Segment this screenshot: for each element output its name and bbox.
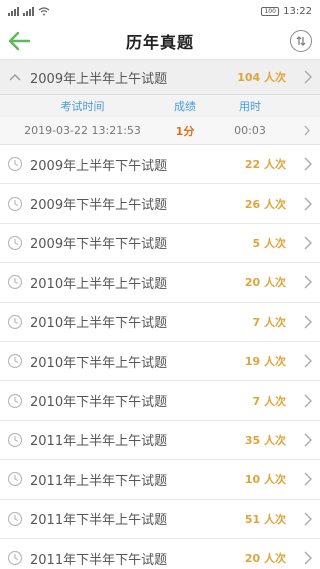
chevron-right-icon[interactable] bbox=[296, 393, 320, 409]
exam-count: 19 人次 bbox=[244, 355, 286, 369]
clock-icon bbox=[0, 235, 30, 251]
chevron-right-icon[interactable] bbox=[296, 353, 320, 369]
list-item[interactable]: 2009年下半年下午试题 5 人次 bbox=[0, 223, 320, 264]
chevron-right-icon[interactable] bbox=[296, 196, 320, 212]
chevron-right-icon[interactable] bbox=[296, 511, 320, 527]
back-arrow-icon[interactable] bbox=[6, 29, 32, 53]
nav-bar: 历年真题 bbox=[0, 22, 320, 60]
sort-button[interactable] bbox=[290, 30, 312, 52]
list-item[interactable]: 2010年下半年下午试题 7 人次 bbox=[0, 381, 320, 421]
exam-count: 10 人次 bbox=[244, 473, 286, 487]
exam-name: 2011年下半年上午试题 bbox=[30, 513, 168, 529]
list-item[interactable]: 2010年下半年上午试题 19 人次 bbox=[0, 341, 320, 382]
status-bar: 100 13:22 bbox=[0, 0, 320, 22]
exam-list: 2009年上半年下午试题 22 人次 2009年下半年上午试题 26 人次 20… bbox=[0, 145, 320, 569]
page-title: 历年真题 bbox=[125, 32, 194, 52]
clock-icon bbox=[0, 550, 30, 566]
column-header-score: 成绩 bbox=[174, 100, 196, 113]
list-item[interactable]: 2011年上半年下午试题 10 人次 bbox=[0, 460, 320, 500]
clock-icon bbox=[0, 196, 30, 212]
chevron-right-icon[interactable] bbox=[296, 235, 320, 251]
status-time: 13:22 bbox=[283, 5, 312, 17]
clock-icon bbox=[0, 353, 30, 369]
exam-name: 2009年下半年下午试题 bbox=[30, 237, 168, 253]
sort-icon bbox=[296, 36, 306, 46]
list-item[interactable]: 2011年下半年下午试题 20 人次 bbox=[0, 538, 320, 569]
exam-count: 22 人次 bbox=[244, 158, 286, 172]
chevron-right-icon[interactable] bbox=[296, 69, 320, 85]
exam-count: 20 人次 bbox=[244, 276, 286, 290]
list-item[interactable]: 2011年上半年上午试题 35 人次 bbox=[0, 420, 320, 461]
clock-icon bbox=[0, 274, 30, 290]
chevron-right-icon[interactable] bbox=[296, 471, 320, 487]
status-icons-right: 100 13:22 bbox=[261, 6, 312, 17]
clock-icon bbox=[0, 471, 30, 487]
list-item[interactable]: 2010年上半年上午试题 20 人次 bbox=[0, 263, 320, 303]
list-item[interactable]: 2011年下半年上午试题 51 人次 bbox=[0, 499, 320, 539]
status-icons-left bbox=[8, 6, 50, 16]
signal-icon bbox=[23, 6, 34, 16]
list-item[interactable]: 2010年上半年下午试题 7 人次 bbox=[0, 302, 320, 342]
exam-name: 2011年上半年上午试题 bbox=[30, 434, 168, 450]
exam-name: 2009年下半年上午试题 bbox=[30, 198, 168, 214]
exam-name: 2009年上半年上午试题 bbox=[30, 71, 168, 87]
exam-name: 2010年上半年下午试题 bbox=[30, 316, 168, 332]
record-score: 1分 bbox=[175, 124, 195, 138]
exam-count: 7 人次 bbox=[252, 315, 286, 329]
clock-icon bbox=[0, 314, 30, 330]
signal-icon bbox=[8, 6, 19, 16]
chevron-up-icon[interactable] bbox=[0, 72, 30, 82]
exam-count: 51 人次 bbox=[244, 512, 286, 526]
wifi-icon bbox=[38, 6, 50, 15]
exam-count: 20 人次 bbox=[244, 552, 286, 566]
exam-name: 2009年上半年下午试题 bbox=[30, 158, 168, 174]
clock-icon bbox=[0, 511, 30, 527]
chevron-right-icon[interactable] bbox=[295, 124, 319, 137]
exam-name: 2010年下半年上午试题 bbox=[30, 355, 168, 371]
exam-count: 5 人次 bbox=[252, 236, 286, 250]
record-duration: 00:03 bbox=[234, 124, 266, 137]
exam-count: 35 人次 bbox=[244, 433, 286, 447]
chevron-right-icon[interactable] bbox=[296, 432, 320, 448]
chevron-right-icon[interactable] bbox=[296, 156, 320, 172]
clock-icon bbox=[0, 393, 30, 409]
record-time: 2019-03-22 13:21:53 bbox=[24, 124, 141, 137]
column-header-time: 考试时间 bbox=[60, 100, 105, 113]
exam-name: 2010年下半年下午试题 bbox=[30, 395, 168, 411]
exam-count: 26 人次 bbox=[244, 197, 286, 211]
column-header-duration: 用时 bbox=[239, 100, 261, 113]
exam-record-row[interactable]: 2019-03-22 13:21:53 1分 00:03 bbox=[0, 117, 320, 145]
clock-icon bbox=[0, 432, 30, 448]
exam-name: 2011年下半年下午试题 bbox=[30, 552, 168, 568]
record-table-header: 考试时间 成绩 用时 bbox=[0, 95, 320, 117]
exam-count: 104 人次 bbox=[237, 71, 286, 84]
exam-name: 2011年上半年下午试题 bbox=[30, 473, 168, 489]
battery-icon: 100 bbox=[261, 6, 280, 16]
chevron-right-icon[interactable] bbox=[296, 314, 320, 330]
chevron-right-icon[interactable] bbox=[296, 274, 320, 290]
exam-row-expanded[interactable]: 2009年上半年上午试题 104 人次 bbox=[0, 60, 320, 95]
exam-count: 7 人次 bbox=[252, 394, 286, 408]
list-item[interactable]: 2009年下半年上午试题 26 人次 bbox=[0, 184, 320, 224]
chevron-right-icon[interactable] bbox=[296, 550, 320, 566]
exam-name: 2010年上半年上午试题 bbox=[30, 276, 168, 292]
clock-icon bbox=[0, 156, 30, 172]
list-item[interactable]: 2009年上半年下午试题 22 人次 bbox=[0, 145, 320, 185]
